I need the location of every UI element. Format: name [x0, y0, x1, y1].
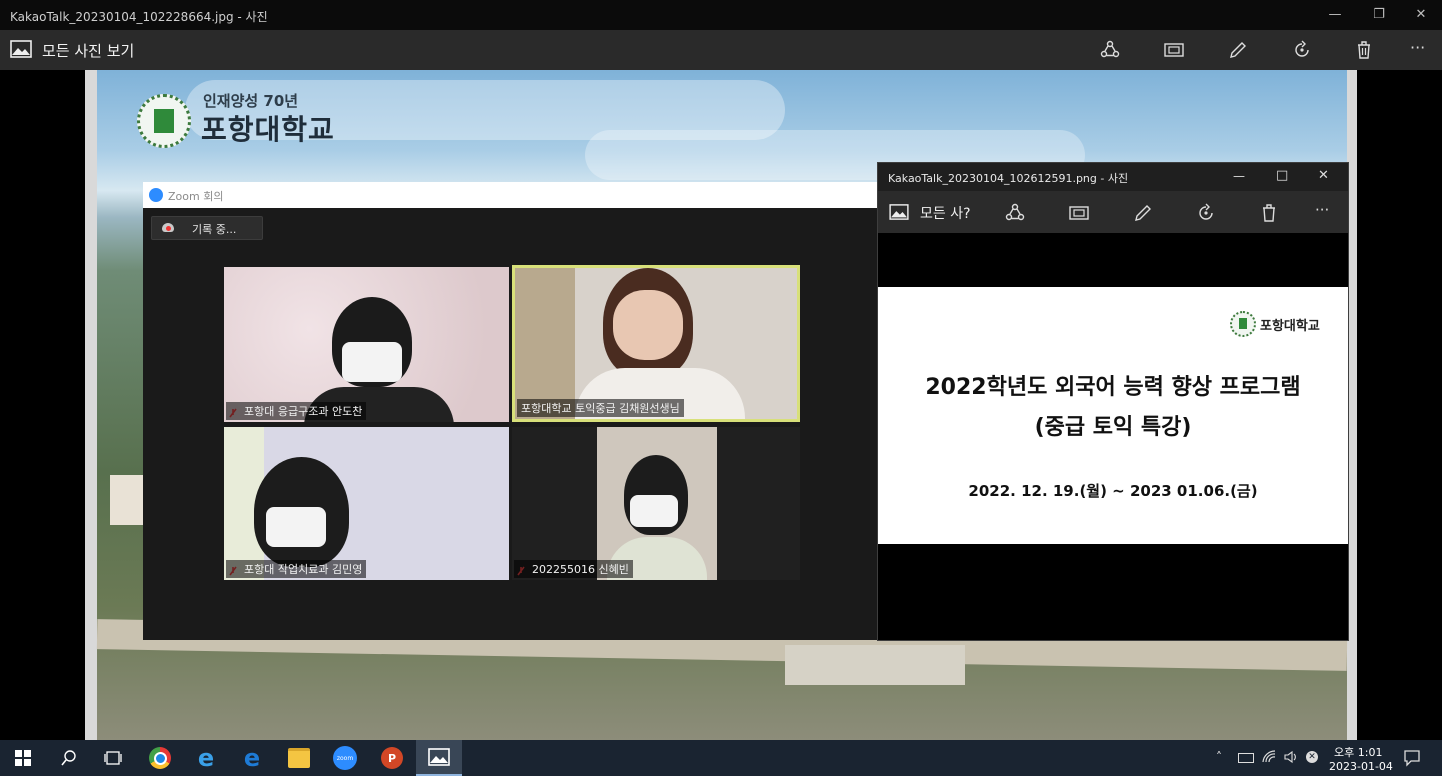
participant-name: 포항대 응급구조과 안도찬 [226, 402, 367, 420]
second-maximize-button[interactable]: □ [1276, 168, 1288, 183]
zoom-icon-label: zoom [336, 754, 354, 762]
clock-date[interactable]: 2023-01-04 [1329, 760, 1393, 773]
slide-brand: 포항대학교 [1260, 319, 1320, 334]
second-photos-window: KakaoTalk_20230104_102612591.png - 사진 — … [877, 162, 1349, 641]
video-tile: 202255016 신혜빈 [512, 427, 800, 580]
recording-indicator: 기록 중... [151, 216, 263, 240]
delete-icon [1358, 41, 1370, 59]
second-close-button[interactable]: ✕ [1318, 168, 1329, 183]
share-button[interactable] [1096, 36, 1124, 64]
zoom-logo-icon [149, 188, 163, 202]
start-button[interactable] [0, 740, 46, 776]
show-hidden-icons-button[interactable]: ˄ [1216, 750, 1222, 764]
rotate-icon[interactable] [1196, 203, 1216, 223]
zoom-window-title: Zoom 회의 [168, 190, 224, 203]
close-button[interactable]: ✕ [1412, 6, 1430, 24]
chrome-taskbar-button[interactable] [137, 740, 183, 776]
taskbar: e e zoom P ˄ ✕ 오후 1:01 2023-01-04 [0, 740, 1442, 776]
main-title-bar: KakaoTalk_20230104_102228664.jpg - 사진 — … [0, 0, 1442, 30]
slideshow-button[interactable] [1160, 36, 1188, 64]
participant-name: 포항대학교 토익중급 김채원선생님 [517, 399, 684, 417]
edit-button[interactable] [1224, 36, 1252, 64]
powerpoint-taskbar-button[interactable]: P [369, 740, 415, 776]
slideshow-icon [1164, 43, 1184, 57]
delete-button[interactable] [1350, 36, 1378, 64]
delete-icon[interactable] [1259, 203, 1279, 223]
search-icon [61, 750, 76, 766]
wifi-icon[interactable] [1262, 750, 1276, 764]
file-explorer-icon [288, 748, 310, 768]
photo-icon [10, 40, 32, 58]
logo-university-name: 포항대학교 [201, 113, 335, 146]
photos-icon [428, 748, 450, 766]
file-explorer-taskbar-button[interactable] [276, 740, 322, 776]
ie-taskbar-button[interactable]: e [183, 740, 229, 776]
second-minimize-button[interactable]: — [1233, 169, 1245, 183]
rotate-button[interactable] [1288, 36, 1316, 64]
photo-border-left [85, 70, 97, 740]
edge-icon: e [243, 744, 261, 772]
edge-taskbar-button[interactable]: e [229, 740, 275, 776]
zoom-taskbar-button[interactable]: zoom [322, 740, 368, 776]
rotate-icon [1295, 40, 1309, 57]
window-title: KakaoTalk_20230104_102228664.jpg - 사진 [10, 10, 268, 24]
more-button[interactable]: ··· [1410, 38, 1425, 57]
share-icon[interactable] [1005, 203, 1025, 223]
search-button[interactable] [46, 740, 92, 776]
slide-title-line2: (중급 토익 특강) [1034, 415, 1192, 440]
chrome-icon [149, 747, 171, 769]
recording-label: 기록 중... [192, 223, 237, 236]
clock-time[interactable]: 오후 1:01 [1334, 744, 1382, 760]
restore-button[interactable]: ❐ [1370, 6, 1388, 24]
face-mask [630, 495, 678, 527]
powerpoint-icon: P [381, 747, 403, 769]
slide-image: 포항대학교 2022학년도 외국어 능력 향상 프로그램 (중급 토익 특강) … [878, 287, 1348, 544]
second-window-title: KakaoTalk_20230104_102612591.png - 사진 [888, 172, 1129, 185]
edit-icon [1230, 42, 1246, 58]
volume-icon[interactable] [1284, 750, 1298, 764]
second-more-button[interactable]: ··· [1315, 201, 1329, 219]
participant-face [613, 290, 683, 360]
zoom-title-bar: Zoom 회의 [143, 182, 879, 208]
building-shape [785, 645, 965, 685]
photo-icon[interactable] [889, 204, 909, 220]
command-bar: 모든 사진 보기 ··· [0, 30, 1442, 70]
video-tile-active-speaker: 포항대학교 토익중급 김채원선생님 [512, 265, 800, 422]
action-center-icon[interactable] [1403, 749, 1421, 767]
windows-start-icon [15, 750, 31, 766]
video-tile: 포항대 응급구조과 안도찬 [224, 267, 509, 422]
video-tile: 포항대 작업치료과 김민영 [224, 427, 509, 580]
record-dot-icon [166, 226, 171, 231]
view-all-photos-button[interactable] [10, 40, 32, 58]
task-view-button[interactable] [90, 740, 136, 776]
ie-icon: e [197, 744, 215, 772]
share-icon [1100, 40, 1120, 58]
participant-name: 포항대 작업치료과 김민영 [226, 560, 367, 578]
slide-title-line1: 2022학년도 외국어 능력 향상 프로그램 [925, 375, 1301, 400]
face-mask [342, 342, 402, 382]
pohang-university-logo [137, 94, 191, 148]
second-command-bar: 모든 사? ··· [878, 191, 1348, 233]
notification-error-icon[interactable]: ✕ [1306, 751, 1318, 763]
slide-period: 2022. 12. 19.(월) ~ 2023 01.06.(금) [968, 482, 1258, 500]
participant-name: 202255016 신혜빈 [514, 560, 633, 578]
view-all-label[interactable]: 모든 사진 보기 [42, 40, 134, 61]
face-mask [266, 507, 326, 547]
edit-icon[interactable] [1133, 203, 1153, 223]
zoom-icon: zoom [333, 746, 357, 770]
slideshow-icon[interactable] [1069, 203, 1089, 223]
minimize-button[interactable]: — [1326, 6, 1344, 24]
second-window-title-bar: KakaoTalk_20230104_102612591.png - 사진 — … [878, 163, 1348, 191]
zoom-meeting-window: Zoom 회의 기록 중... 포항대 응급구조과 안도찬 포항대학교 토익중급… [143, 182, 879, 640]
task-view-icon [104, 751, 122, 765]
battery-icon[interactable] [1238, 753, 1254, 763]
slide-logo-icon [1230, 311, 1256, 337]
photos-taskbar-button[interactable] [416, 740, 462, 776]
second-view-all-label[interactable]: 모든 사? [920, 203, 971, 223]
